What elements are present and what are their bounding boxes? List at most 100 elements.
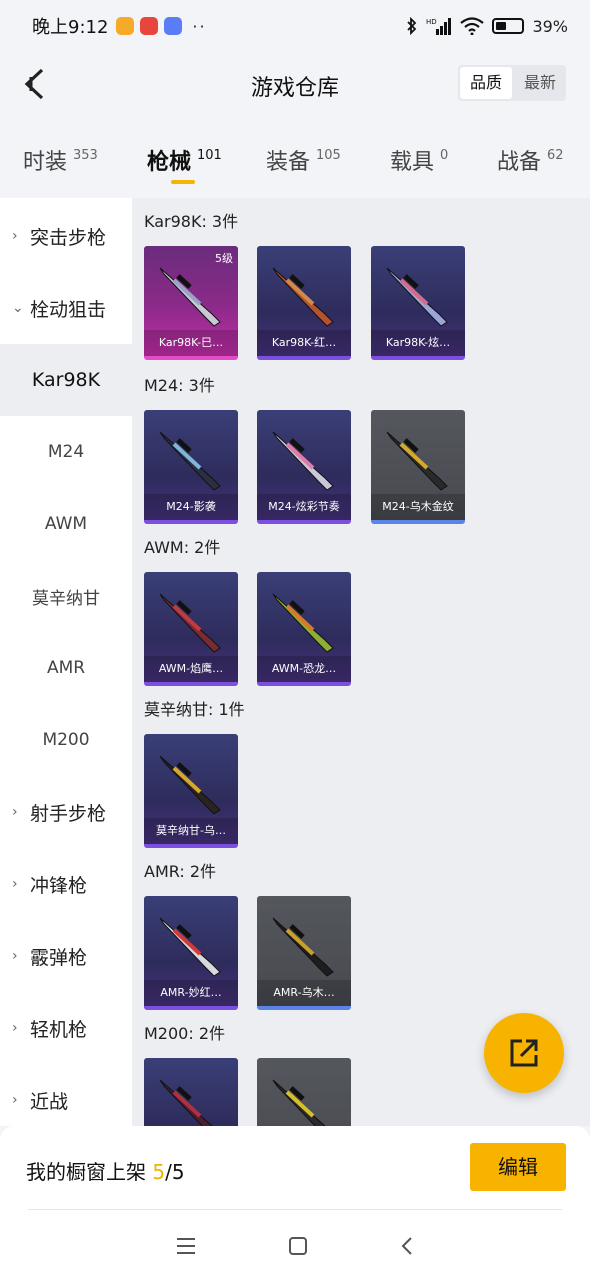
divider bbox=[28, 1209, 562, 1210]
rifle-icon bbox=[272, 431, 334, 491]
battery-icon bbox=[492, 18, 525, 34]
rifle-icon bbox=[159, 267, 221, 327]
tab-count: 0 bbox=[440, 148, 449, 163]
wifi-icon bbox=[460, 17, 485, 35]
tab-label: 时装 bbox=[23, 150, 68, 175]
signal-icon: HD bbox=[426, 18, 452, 35]
sidebar-item-assault-rifle[interactable]: › 突击步枪 bbox=[0, 200, 132, 272]
weapon-card[interactable]: AWM-焰鹰… bbox=[144, 572, 238, 686]
group-title: AWM: 2件 bbox=[144, 538, 221, 557]
weapon-name: Kar98K-红… bbox=[257, 330, 351, 356]
tab-count: 101 bbox=[197, 148, 222, 163]
sidebar-item-label: 射手步枪 bbox=[30, 802, 107, 825]
weapon-card[interactable]: M24-炫彩节奏 bbox=[257, 410, 351, 524]
notes-app-icon bbox=[116, 17, 135, 35]
tab-label: 战备 bbox=[497, 150, 542, 175]
weapon-card[interactable]: 5级 Kar98K-巳… bbox=[144, 246, 238, 360]
sidebar-item-label: 霰弹枪 bbox=[30, 946, 88, 969]
weapon-name: Kar98K-巳… bbox=[144, 330, 238, 356]
chevron-down-icon: ⌄ bbox=[12, 300, 24, 316]
page-title: 游戏仓库 bbox=[250, 76, 339, 101]
group-title: 莫辛纳甘: 1件 bbox=[144, 700, 245, 719]
chevron-right-icon: › bbox=[12, 804, 18, 820]
sidebar-item-marksman[interactable]: › 射手步枪 bbox=[0, 776, 132, 848]
weapon-name: M24-炫彩节奏 bbox=[257, 494, 351, 520]
weapon-name: AWM-恐龙… bbox=[257, 656, 351, 682]
showcase-status: 我的橱窗上架 5/5 bbox=[26, 1156, 185, 1185]
tab-label: 枪械 bbox=[147, 150, 192, 175]
sidebar-item-label: 栓动狙击 bbox=[30, 298, 107, 321]
status-time: 晚上9:12 bbox=[32, 17, 109, 38]
status-bar: 晚上9:12 ·· HD 39% bbox=[0, 0, 590, 52]
weapon-name: AWM-焰鹰… bbox=[144, 656, 238, 682]
tab-gear[interactable]: 战备 62 bbox=[497, 144, 564, 176]
svg-text:HD: HD bbox=[426, 18, 437, 26]
sidebar-sub-kar98k[interactable]: Kar98K bbox=[0, 344, 132, 416]
active-tab-indicator bbox=[171, 180, 195, 184]
sidebar-sub-mosin[interactable]: 莫辛纳甘 bbox=[0, 560, 132, 632]
sidebar-item-smg[interactable]: › 冲锋枪 bbox=[0, 848, 132, 920]
sidebar-sub-m200[interactable]: M200 bbox=[0, 704, 132, 776]
weapon-name: M24-影袭 bbox=[144, 494, 238, 520]
weapon-card[interactable] bbox=[257, 1058, 351, 1126]
weapon-card[interactable]: Kar98K-炫… bbox=[371, 246, 465, 360]
weapon-card[interactable]: 莫辛纳甘-乌… bbox=[144, 734, 238, 848]
weapon-card[interactable]: Kar98K-红… bbox=[257, 246, 351, 360]
gallery-app-icon bbox=[164, 17, 183, 35]
sort-latest-option[interactable]: 最新 bbox=[514, 65, 566, 101]
sidebar-item-lmg[interactable]: › 轻机枪 bbox=[0, 992, 132, 1064]
tab-count: 105 bbox=[316, 148, 341, 163]
weapon-card[interactable]: M24-乌木金纹 bbox=[371, 410, 465, 524]
weapon-card[interactable]: AWM-恐龙… bbox=[257, 572, 351, 686]
tab-equipment[interactable]: 装备 105 bbox=[266, 144, 341, 176]
group-title: Kar98K: 3件 bbox=[144, 212, 239, 231]
tab-weapons[interactable]: 枪械 101 bbox=[147, 144, 222, 176]
sidebar-item-bolt-sniper[interactable]: ⌄ 栓动狙击 bbox=[0, 272, 132, 344]
bluetooth-icon bbox=[407, 17, 417, 35]
menu-icon[interactable] bbox=[175, 1237, 197, 1255]
sidebar-sub-awm[interactable]: AWM bbox=[0, 488, 132, 560]
sidebar-item-shotgun[interactable]: › 霰弹枪 bbox=[0, 920, 132, 992]
weapon-name: Kar98K-炫… bbox=[371, 330, 465, 356]
level-badge: 5级 bbox=[215, 252, 233, 265]
sidebar-item-label: 冲锋枪 bbox=[30, 874, 88, 897]
chevron-right-icon: › bbox=[12, 948, 18, 964]
tab-vehicles[interactable]: 载具 0 bbox=[390, 144, 448, 176]
rifle-icon bbox=[272, 917, 334, 977]
rifle-icon bbox=[272, 267, 334, 327]
weapon-card[interactable]: AMR-妙红… bbox=[144, 896, 238, 1010]
status-more-icon: ·· bbox=[192, 16, 207, 36]
showcase-bar: 我的橱窗上架 5/5 编辑 bbox=[0, 1126, 590, 1212]
showcase-current: 5 bbox=[152, 1160, 166, 1184]
rifle-icon bbox=[159, 755, 221, 815]
weapon-name: AMR-乌木… bbox=[257, 980, 351, 1006]
weapon-name: 莫辛纳甘-乌… bbox=[144, 818, 238, 844]
tab-label: 装备 bbox=[266, 150, 311, 175]
rifle-icon bbox=[159, 431, 221, 491]
chevron-right-icon: › bbox=[12, 1092, 18, 1108]
sidebar-item-label: 突击步枪 bbox=[30, 226, 107, 249]
home-icon[interactable] bbox=[288, 1236, 308, 1256]
sidebar-item-label: 近战 bbox=[30, 1090, 69, 1113]
share-fab-button[interactable] bbox=[484, 1013, 564, 1093]
sidebar-sub-amr[interactable]: AMR bbox=[0, 632, 132, 704]
rifle-icon bbox=[159, 1079, 213, 1126]
sort-toggle: 品质 最新 bbox=[457, 65, 566, 101]
sort-quality-option[interactable]: 品质 bbox=[459, 67, 512, 99]
back-nav-icon[interactable] bbox=[399, 1236, 415, 1256]
rifle-icon bbox=[386, 431, 448, 491]
tab-count: 353 bbox=[73, 148, 98, 163]
sidebar-sub-m24[interactable]: M24 bbox=[0, 416, 132, 488]
weapon-card[interactable]: AMR-乌木… bbox=[257, 896, 351, 1010]
chevron-right-icon: › bbox=[12, 228, 18, 244]
rifle-icon bbox=[159, 593, 221, 653]
edit-button[interactable]: 编辑 bbox=[470, 1143, 566, 1191]
share-external-icon bbox=[510, 1039, 538, 1067]
back-button[interactable] bbox=[14, 64, 54, 104]
weapon-card[interactable] bbox=[144, 1058, 238, 1126]
rifle-icon bbox=[272, 593, 334, 653]
tab-outfits[interactable]: 时装 353 bbox=[23, 144, 98, 176]
category-tabs: 时装 353 枪械 101 装备 105 载具 0 战备 62 bbox=[0, 120, 590, 198]
group-title: AMR: 2件 bbox=[144, 862, 217, 881]
weapon-card[interactable]: M24-影袭 bbox=[144, 410, 238, 524]
